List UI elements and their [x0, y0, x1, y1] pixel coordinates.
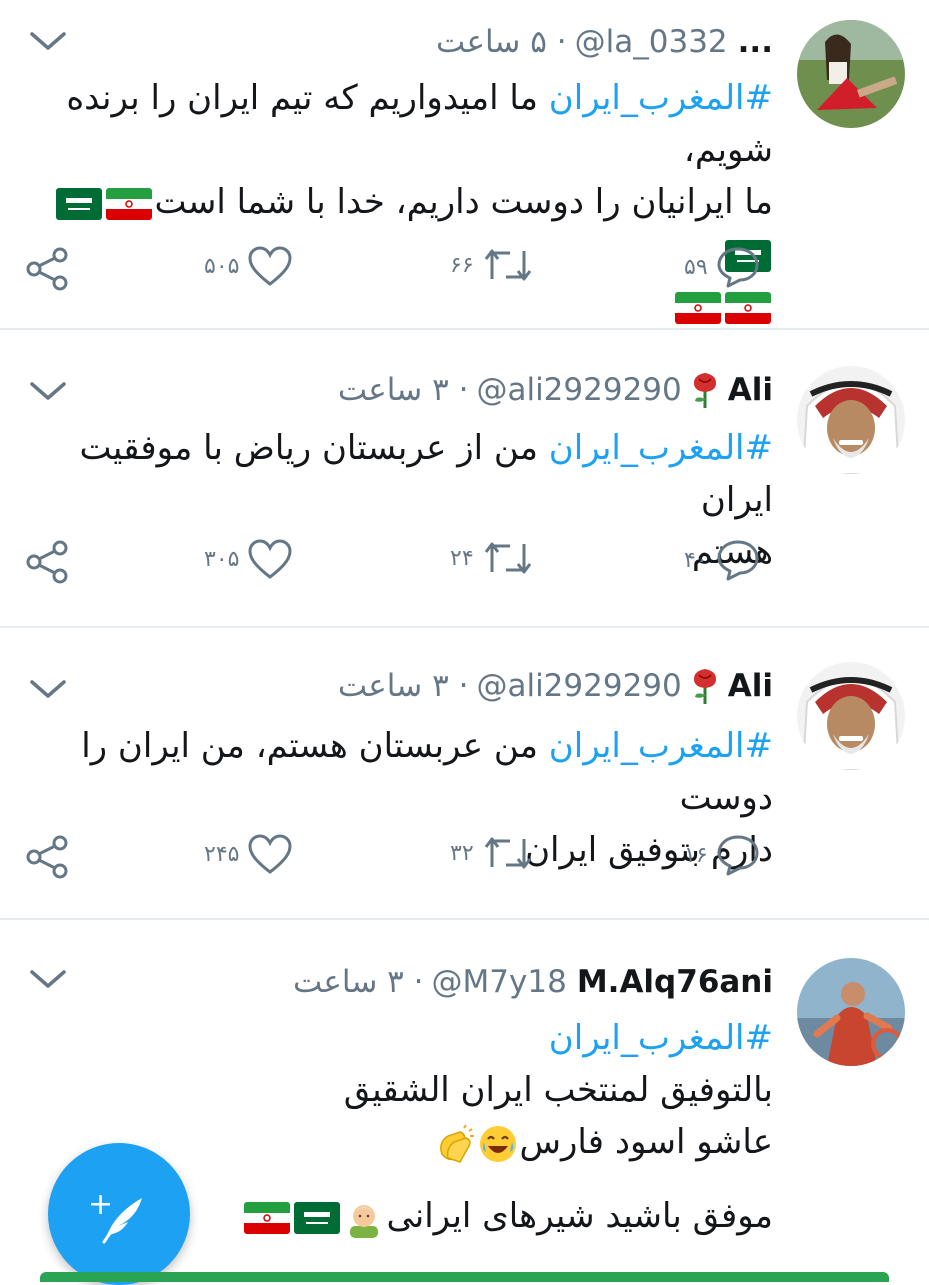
heart-icon [248, 539, 292, 579]
tweet-1[interactable]: · ۵ ساعت @la_0332 ... #المغرب_ایران ما ا… [0, 0, 929, 330]
user-handle[interactable]: @ali2929290 [476, 668, 681, 704]
display-name[interactable]: ... [738, 24, 773, 60]
reply-icon [717, 540, 759, 581]
retweet-icon [484, 249, 531, 281]
share-icon [26, 540, 68, 584]
retweet-button[interactable]: ۳۲ [450, 833, 534, 873]
avatar[interactable] [797, 20, 905, 128]
flag-saudi-icon [56, 187, 103, 220]
share-icon [26, 247, 68, 291]
user-handle[interactable]: @ali2929290 [476, 372, 681, 408]
flag-iran-icon [106, 187, 153, 220]
hashtag-link[interactable]: #المغرب_ایران [549, 1018, 773, 1058]
tweet-line: بالتوفيق لمنتخب ايران الشقيق [343, 1070, 773, 1110]
compose-feather-icon: + [88, 1187, 142, 1244]
laughing-emoji-icon [478, 1124, 518, 1164]
hashtag-link[interactable]: #المغرب_ایران [549, 428, 773, 468]
reply-icon [717, 247, 759, 288]
clapping-emoji-icon [434, 1123, 474, 1164]
like-button[interactable]: ۳۰۵ [204, 538, 293, 580]
flag-iran-icon [675, 291, 721, 324]
timestamp: · ۵ ساعت [436, 24, 567, 60]
reply-count: ۵۹ [684, 254, 708, 280]
tweet-line: ما ایرانیان را دوست داریم، خدا با شما اس… [154, 182, 773, 222]
chevron-down-icon[interactable] [28, 964, 68, 994]
retweet-icon [484, 542, 531, 574]
tweet-header: · ۵ ساعت @la_0332 ... [436, 20, 773, 64]
tweet-header: · ۳ ساعت @ali2929290 Ali [338, 664, 773, 708]
display-name[interactable]: Ali [728, 372, 773, 408]
share-icon [26, 835, 68, 879]
share-button[interactable] [24, 538, 72, 586]
timestamp: · ۳ ساعت [292, 964, 424, 1000]
reply-button[interactable]: ۵۹ [684, 245, 760, 289]
rose-icon [690, 371, 720, 409]
flag-saudi-icon [294, 1201, 341, 1234]
retweet-icon [484, 837, 531, 869]
tweet-line: موفق باشید شیرهای ایرانی [386, 1196, 773, 1236]
flag-iran-icon [725, 291, 771, 324]
retweet-count: ۳۲ [450, 840, 474, 866]
display-name[interactable]: M.Alq76ani [577, 964, 773, 1000]
heart-icon [248, 246, 292, 286]
chevron-down-icon[interactable] [28, 674, 68, 704]
reply-icon [717, 835, 759, 876]
old-man-emoji-icon [344, 1198, 384, 1238]
chevron-down-icon[interactable] [28, 26, 68, 56]
heart-icon [248, 834, 292, 874]
tweet-2[interactable]: · ۳ ساعت @ali2929290 Ali #المغرب_ایران م… [0, 330, 929, 628]
compose-plus: + [88, 1187, 113, 1222]
hashtag-link[interactable]: #المغرب_ایران [549, 78, 773, 118]
user-handle[interactable]: @M7y18 [432, 964, 567, 1000]
compose-tweet-button[interactable]: + [48, 1143, 190, 1285]
tweet-actions: ۳۰۵ ۲۴ ۴۰ [0, 538, 929, 588]
display-name[interactable]: Ali [728, 668, 773, 704]
retweet-count: ۲۴ [450, 545, 474, 571]
tweet-actions: ۵۰۵ ۶۶ ۵۹ [0, 245, 929, 295]
retweet-button[interactable]: ۲۴ [450, 538, 534, 578]
share-button[interactable] [24, 833, 72, 881]
hashtag-link[interactable]: #المغرب_ایران [549, 726, 773, 766]
tweet-header: · ۳ ساعت @M7y18 M.Alq76ani [293, 960, 773, 1004]
timestamp: · ۳ ساعت [337, 668, 469, 704]
tweet-3[interactable]: · ۳ ساعت @ali2929290 Ali #المغرب_ایران م… [0, 628, 929, 920]
tweet-header: · ۳ ساعت @ali2929290 Ali [338, 368, 773, 412]
timestamp: · ۳ ساعت [337, 372, 469, 408]
retweet-button[interactable]: ۶۶ [450, 245, 534, 285]
share-button[interactable] [24, 245, 72, 293]
chevron-down-icon[interactable] [28, 376, 68, 406]
reply-button[interactable]: ۱۶ [684, 833, 760, 877]
avatar[interactable] [797, 958, 905, 1066]
like-button[interactable]: ۵۰۵ [204, 245, 293, 287]
like-button[interactable]: ۲۴۵ [204, 833, 293, 875]
bottom-green-bar [40, 1272, 889, 1282]
retweet-count: ۶۶ [450, 252, 474, 278]
user-handle[interactable]: @la_0332 [575, 24, 728, 60]
flag-iran-icon [244, 1201, 291, 1234]
avatar[interactable] [797, 662, 905, 770]
reply-count: ۱۶ [684, 842, 708, 868]
like-count: ۳۰۵ [204, 546, 240, 572]
avatar[interactable] [797, 366, 905, 474]
reply-count: ۴۰ [684, 547, 708, 573]
tweet-actions: ۲۴۵ ۳۲ ۱۶ [0, 833, 929, 883]
rose-icon [690, 667, 720, 705]
tweet-line: عاشو اسود فارس [519, 1122, 774, 1162]
reply-button[interactable]: ۴۰ [684, 538, 760, 582]
like-count: ۵۰۵ [204, 253, 240, 279]
like-count: ۲۴۵ [204, 841, 240, 867]
